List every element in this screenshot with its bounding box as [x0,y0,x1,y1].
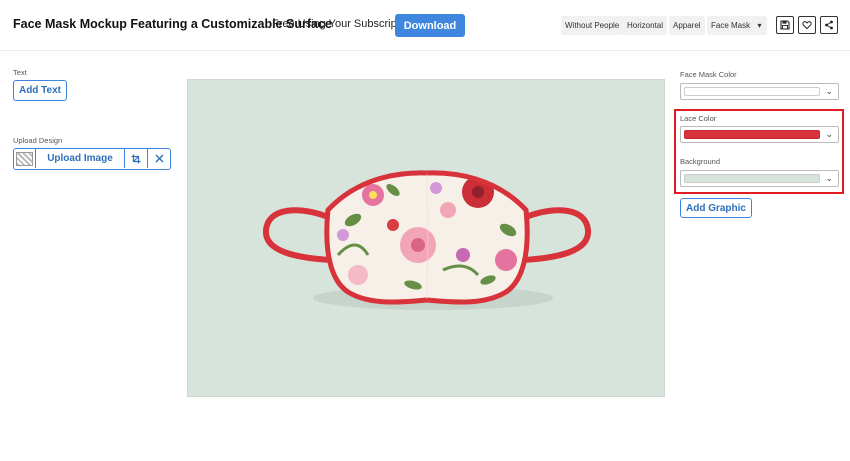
face-mask-color-label: Face Mask Color [680,70,737,79]
chevron-down-icon: ⌄ [825,86,833,96]
upload-design-label: Upload Design [13,136,63,145]
crop-icon [131,154,141,163]
upload-image-button[interactable]: Upload Image [36,149,124,169]
chevron-down-icon: ⌄ [825,129,833,139]
face-mask-color-select[interactable]: ⌄ [680,83,839,100]
heart-icon [802,21,812,30]
design-thumbnail[interactable] [14,149,36,168]
text-section-label: Text [13,68,27,77]
save-button[interactable] [776,16,794,34]
remove-image-button[interactable] [147,149,170,168]
save-icon [780,20,790,30]
add-graphic-button[interactable]: Add Graphic [680,198,752,218]
tag-face-mask[interactable]: Face Mask [707,16,755,35]
chevron-down-icon: ⌄ [825,173,833,183]
face-mask-color-swatch [684,87,820,96]
face-mask-image [263,170,591,310]
share-icon [825,20,833,30]
lace-color-label: Lace Color [680,114,717,123]
close-icon [155,154,163,163]
lace-color-swatch [684,130,820,139]
caret-down-icon: ▾ [757,21,762,30]
share-button[interactable] [820,16,838,34]
download-button[interactable]: Download [395,14,465,37]
more-tags-button[interactable]: ▾ [752,16,767,35]
crop-button[interactable] [124,149,147,168]
tag-horizontal[interactable]: Horizontal [623,16,668,35]
mockup-preview[interactable] [187,79,665,397]
header-bar: Face Mask Mockup Featuring a Customizabl… [0,0,850,51]
lace-color-select[interactable]: ⌄ [680,126,839,143]
background-color-select[interactable]: ⌄ [680,170,839,187]
tag-without-people[interactable]: Without People [561,16,624,35]
upload-design-control: Upload Image [13,148,171,170]
tag-apparel[interactable]: Apparel [669,16,705,35]
background-color-swatch [684,174,820,183]
background-label: Background [680,157,721,166]
add-text-button[interactable]: Add Text [13,80,67,101]
favorite-button[interactable] [798,16,816,34]
